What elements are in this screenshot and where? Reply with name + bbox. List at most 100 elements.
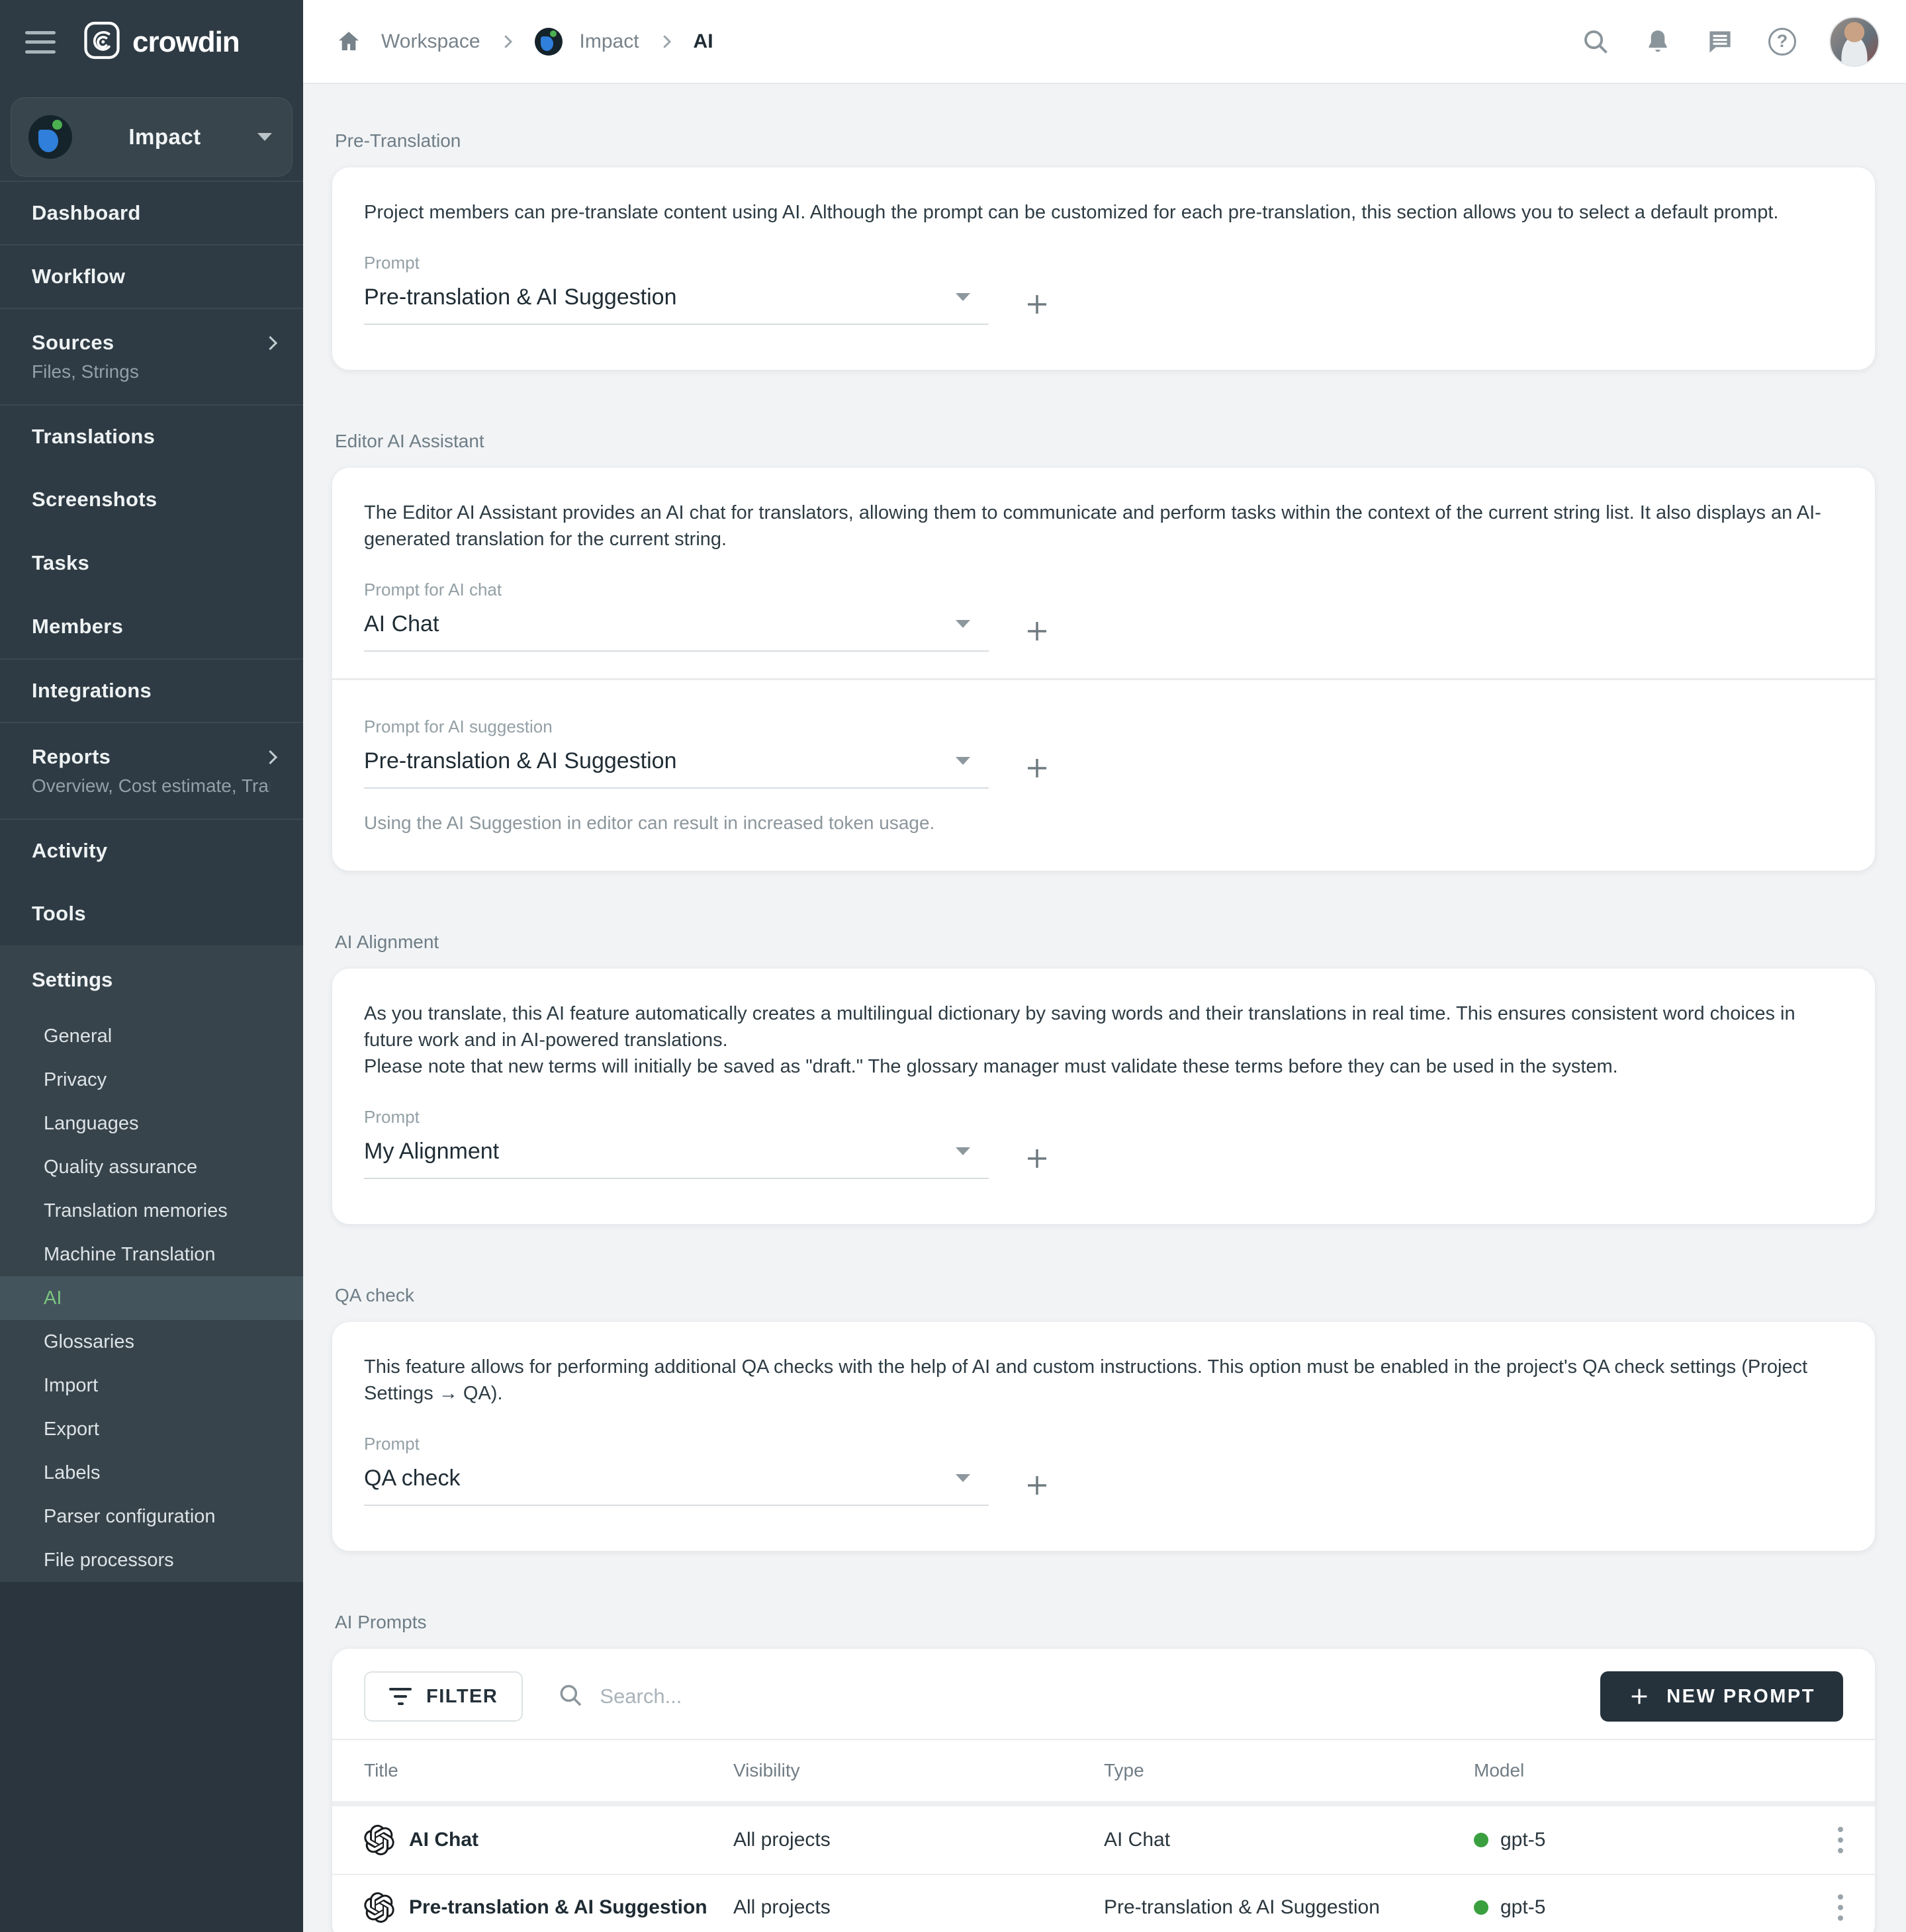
- qa-check-section: QA check This feature allows for perform…: [332, 1285, 1875, 1551]
- breadcrumb-current-page: AI: [694, 30, 713, 53]
- add-prompt-button[interactable]: [1023, 617, 1051, 645]
- breadcrumb-chevron-icon: [498, 32, 518, 52]
- prompt-field-label: Prompt for AI chat: [364, 579, 1843, 600]
- sidebar-item-file-processors[interactable]: File processors: [0, 1538, 303, 1582]
- row-menu-icon[interactable]: [1838, 1894, 1843, 1900]
- ai-suggestion-prompt-select[interactable]: Pre-translation & AI Suggestion: [364, 738, 989, 789]
- column-header-model: Model: [1474, 1760, 1811, 1781]
- prompts-search: [557, 1682, 1600, 1712]
- messages-icon[interactable]: [1705, 26, 1735, 57]
- breadcrumb: Workspace Impact AI: [334, 26, 713, 57]
- sidebar-item-dashboard[interactable]: Dashboard: [0, 181, 303, 244]
- select-caret-icon: [956, 620, 970, 628]
- prompt-type: Pre-translation & AI Suggestion: [1104, 1896, 1474, 1919]
- qa-check-card: This feature allows for performing addit…: [332, 1322, 1875, 1551]
- select-value: My Alignment: [364, 1138, 499, 1164]
- select-caret-icon: [956, 1147, 970, 1155]
- ai-prompts-section: AI Prompts FILTER: [332, 1612, 1875, 1932]
- content-column: Workspace Impact AI: [303, 0, 1906, 1932]
- select-value: QA check: [364, 1465, 461, 1491]
- home-icon[interactable]: [334, 26, 364, 57]
- sidebar-item-tasks[interactable]: Tasks: [0, 531, 303, 595]
- chevron-right-icon: [263, 335, 277, 349]
- alignment-prompt-select[interactable]: My Alignment: [364, 1129, 989, 1179]
- add-prompt-button[interactable]: [1023, 1145, 1051, 1172]
- search-icon: [557, 1682, 584, 1712]
- token-usage-note: Using the AI Suggestion in editor can re…: [364, 812, 1843, 834]
- sidebar-item-subtitle: Overview, Cost estimate, Transl...: [32, 775, 270, 797]
- crowdin-logo-icon: [82, 21, 122, 64]
- sidebar-item-translations[interactable]: Translations: [0, 404, 303, 468]
- prompts-toolbar: FILTER NEW PROMPT: [332, 1649, 1875, 1740]
- qa-description: This feature allows for performing addit…: [364, 1354, 1843, 1407]
- sidebar-item-sources[interactable]: Sources Files, Strings: [0, 308, 303, 404]
- sidebar-item-screenshots[interactable]: Screenshots: [0, 468, 303, 531]
- add-prompt-button[interactable]: [1023, 290, 1051, 318]
- sidebar-item-translation-memories[interactable]: Translation memories: [0, 1189, 303, 1233]
- table-row[interactable]: AI Chat All projects AI Chat gpt-5: [332, 1806, 1875, 1874]
- add-prompt-button[interactable]: [1023, 1471, 1051, 1499]
- notifications-bell-icon[interactable]: [1643, 26, 1673, 57]
- hamburger-menu-icon[interactable]: [25, 31, 56, 54]
- breadcrumb-project-avatar: [535, 28, 563, 56]
- prompt-field-label: Prompt: [364, 252, 1843, 273]
- sidebar-item-privacy[interactable]: Privacy: [0, 1058, 303, 1102]
- sidebar-nav: Dashboard Workflow Sources Files, String…: [0, 181, 303, 945]
- search-input[interactable]: [600, 1685, 1600, 1708]
- select-value: Pre-translation & AI Suggestion: [364, 748, 677, 774]
- project-name: Impact: [72, 124, 257, 150]
- crowdin-logo[interactable]: crowdin: [82, 21, 240, 64]
- table-row[interactable]: Pre-translation & AI Suggestion All proj…: [332, 1874, 1875, 1932]
- help-icon[interactable]: [1767, 26, 1797, 57]
- filter-icon: [389, 1688, 412, 1705]
- sidebar-item-export[interactable]: Export: [0, 1407, 303, 1451]
- sidebar-item-languages[interactable]: Languages: [0, 1102, 303, 1145]
- sidebar-item-activity[interactable]: Activity: [0, 818, 303, 882]
- sidebar-item-general[interactable]: General: [0, 1014, 303, 1058]
- select-value: Pre-translation & AI Suggestion: [364, 284, 677, 310]
- project-switcher[interactable]: Impact: [11, 97, 293, 177]
- breadcrumb-chevron-icon: [657, 32, 676, 52]
- plus-icon: [1628, 1685, 1651, 1708]
- breadcrumb-project[interactable]: Impact: [580, 30, 639, 53]
- column-header-type: Type: [1104, 1760, 1474, 1781]
- pre-translation-card: Project members can pre-translate conten…: [332, 167, 1875, 370]
- sidebar-settings-group: Settings General Privacy Languages Quali…: [0, 945, 303, 1582]
- topbar-icons: [1580, 17, 1880, 67]
- ai-alignment-section: AI Alignment As you translate, this AI f…: [332, 932, 1875, 1224]
- ai-chat-prompt-select[interactable]: AI Chat: [364, 601, 989, 652]
- search-icon[interactable]: [1580, 26, 1611, 57]
- sidebar-item-labels[interactable]: Labels: [0, 1451, 303, 1495]
- breadcrumb-workspace[interactable]: Workspace: [381, 30, 480, 53]
- column-header-visibility: Visibility: [733, 1760, 1104, 1781]
- crowdin-logo-text: crowdin: [132, 26, 240, 59]
- sidebar-item-reports[interactable]: Reports Overview, Cost estimate, Transl.…: [0, 722, 303, 818]
- prompt-model: gpt-5: [1500, 1829, 1545, 1851]
- qa-prompt-select[interactable]: QA check: [364, 1456, 989, 1506]
- prompt-field-label: Prompt: [364, 1106, 1843, 1127]
- alignment-description-note: Please note that new terms will initiall…: [364, 1053, 1843, 1080]
- ai-settings-page: Pre-Translation Project members can pre-…: [303, 84, 1906, 1932]
- sidebar-item-parser-configuration[interactable]: Parser configuration: [0, 1495, 303, 1538]
- ai-prompts-card: FILTER NEW PROMPT: [332, 1649, 1875, 1932]
- prompt-model: gpt-5: [1500, 1896, 1545, 1919]
- filter-button[interactable]: FILTER: [364, 1671, 523, 1722]
- section-label: AI Alignment: [335, 932, 1875, 953]
- sidebar-item-workflow[interactable]: Workflow: [0, 244, 303, 308]
- pre-translation-prompt-select[interactable]: Pre-translation & AI Suggestion: [364, 275, 989, 325]
- sidebar-item-quality-assurance[interactable]: Quality assurance: [0, 1145, 303, 1189]
- sidebar-item-tools[interactable]: Tools: [0, 882, 303, 945]
- user-avatar[interactable]: [1829, 17, 1880, 67]
- sidebar-item-import[interactable]: Import: [0, 1364, 303, 1407]
- row-menu-icon[interactable]: [1838, 1827, 1843, 1832]
- new-prompt-button[interactable]: NEW PROMPT: [1600, 1671, 1843, 1722]
- sidebar-item-members[interactable]: Members: [0, 595, 303, 658]
- sidebar-item-settings[interactable]: Settings: [0, 945, 303, 1014]
- sidebar-item-machine-translation[interactable]: Machine Translation: [0, 1233, 303, 1276]
- sidebar-filler: [0, 1582, 303, 1932]
- add-prompt-button[interactable]: [1023, 754, 1051, 782]
- sidebar-item-ai[interactable]: AI: [0, 1276, 303, 1320]
- sidebar-item-integrations[interactable]: Integrations: [0, 658, 303, 722]
- sidebar-item-glossaries[interactable]: Glossaries: [0, 1320, 303, 1364]
- model-status-dot: [1474, 1900, 1488, 1915]
